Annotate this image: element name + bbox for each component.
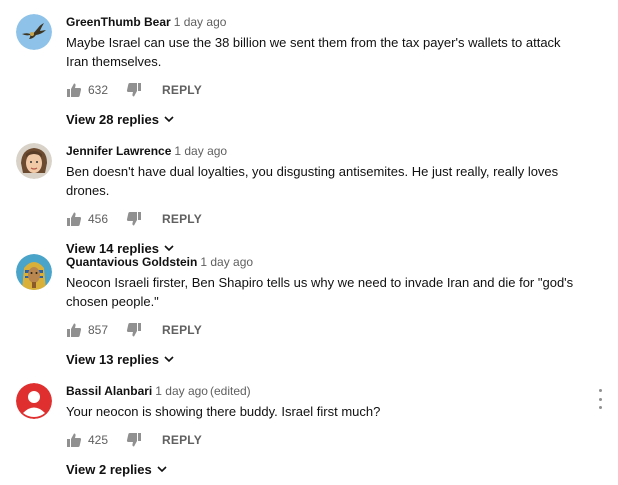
- comment-body: Jennifer Lawrence 1 day ago Ben doesn't h…: [66, 143, 578, 258]
- default-user-avatar-icon[interactable]: [16, 383, 52, 419]
- comment-body: GreenThumb Bear 1 day ago Maybe Israel ca…: [66, 14, 578, 129]
- comment-text: Maybe Israel can use the 38 billion we s…: [66, 35, 561, 69]
- comments-list: GreenThumb Bear 1 day ago Maybe Israel ca…: [0, 0, 618, 485]
- reply-button[interactable]: REPLY: [162, 433, 202, 447]
- comment-meta: Bassil Alanbari 1 day ago (edited): [66, 383, 578, 399]
- comment-text: Neocon Israeli firster, Ben Shapiro tell…: [66, 275, 574, 309]
- author-name[interactable]: Jennifer Lawrence: [66, 144, 171, 158]
- author-name[interactable]: Quantavious Goldstein: [66, 255, 197, 269]
- comment-text: Your neocon is showing there buddy. Isra…: [66, 404, 381, 419]
- comment-body: Quantavious Goldstein 1 day ago Neocon Is…: [66, 254, 578, 369]
- comment-time[interactable]: 1 day ago: [174, 15, 227, 29]
- like-count: 425: [88, 433, 109, 447]
- chevron-down-icon: [164, 114, 174, 124]
- reply-button[interactable]: REPLY: [162, 212, 202, 226]
- comment-body: Bassil Alanbari 1 day ago (edited) Your ne…: [66, 383, 578, 479]
- thumbs-down-icon[interactable]: [126, 211, 142, 227]
- author-name[interactable]: GreenThumb Bear: [66, 15, 171, 29]
- person-photo-avatar-icon[interactable]: [16, 143, 52, 179]
- comment-meta: Jennifer Lawrence 1 day ago: [66, 143, 578, 159]
- comment-meta: GreenThumb Bear 1 day ago: [66, 14, 578, 30]
- view-replies-label: View 13 replies: [66, 351, 159, 367]
- comment-time[interactable]: 1 day ago: [200, 255, 253, 269]
- comment-time[interactable]: 1 day ago: [174, 144, 227, 158]
- reply-button[interactable]: REPLY: [162, 83, 202, 97]
- menu-dot: [598, 406, 602, 409]
- view-replies-button[interactable]: View 2 replies: [66, 460, 167, 478]
- chevron-down-icon: [157, 464, 167, 474]
- bird-avatar-icon[interactable]: [16, 14, 52, 50]
- like-count: 632: [88, 83, 109, 97]
- comment-actions: 456 REPLY: [66, 209, 578, 229]
- thumbs-up-icon[interactable]: [66, 211, 82, 227]
- comment-actions: 632 REPLY: [66, 80, 578, 100]
- thumbs-up-icon[interactable]: [66, 82, 82, 98]
- comment-actions: 857 REPLY: [66, 320, 578, 340]
- comment-time[interactable]: 1 day ago: [155, 384, 208, 398]
- thumbs-down-icon[interactable]: [126, 322, 142, 338]
- like-count: 456: [88, 212, 109, 226]
- author-name[interactable]: Bassil Alanbari: [66, 384, 152, 398]
- view-replies-label: View 28 replies: [66, 111, 159, 127]
- view-replies-button[interactable]: View 28 replies: [66, 110, 174, 128]
- thumbs-up-icon[interactable]: [66, 432, 82, 448]
- comment-actions: 425 REPLY: [66, 430, 578, 450]
- comment-text: Ben doesn't have dual loyalties, you dis…: [66, 164, 559, 198]
- menu-dot: [598, 389, 602, 392]
- more-options-icon[interactable]: [596, 389, 604, 409]
- thumbs-down-icon[interactable]: [126, 82, 142, 98]
- chevron-down-icon: [164, 354, 174, 364]
- view-replies-button[interactable]: View 13 replies: [66, 350, 174, 368]
- view-replies-label: View 2 replies: [66, 461, 152, 477]
- thumbs-up-icon[interactable]: [66, 322, 82, 338]
- edited-label: (edited): [209, 384, 251, 398]
- like-count: 857: [88, 323, 109, 337]
- comment-meta: Quantavious Goldstein 1 day ago: [66, 254, 578, 270]
- thumbs-down-icon[interactable]: [126, 432, 142, 448]
- chevron-down-icon: [164, 243, 174, 253]
- reply-button[interactable]: REPLY: [162, 323, 202, 337]
- pharaoh-avatar-icon[interactable]: [16, 254, 52, 290]
- menu-dot: [598, 397, 602, 401]
